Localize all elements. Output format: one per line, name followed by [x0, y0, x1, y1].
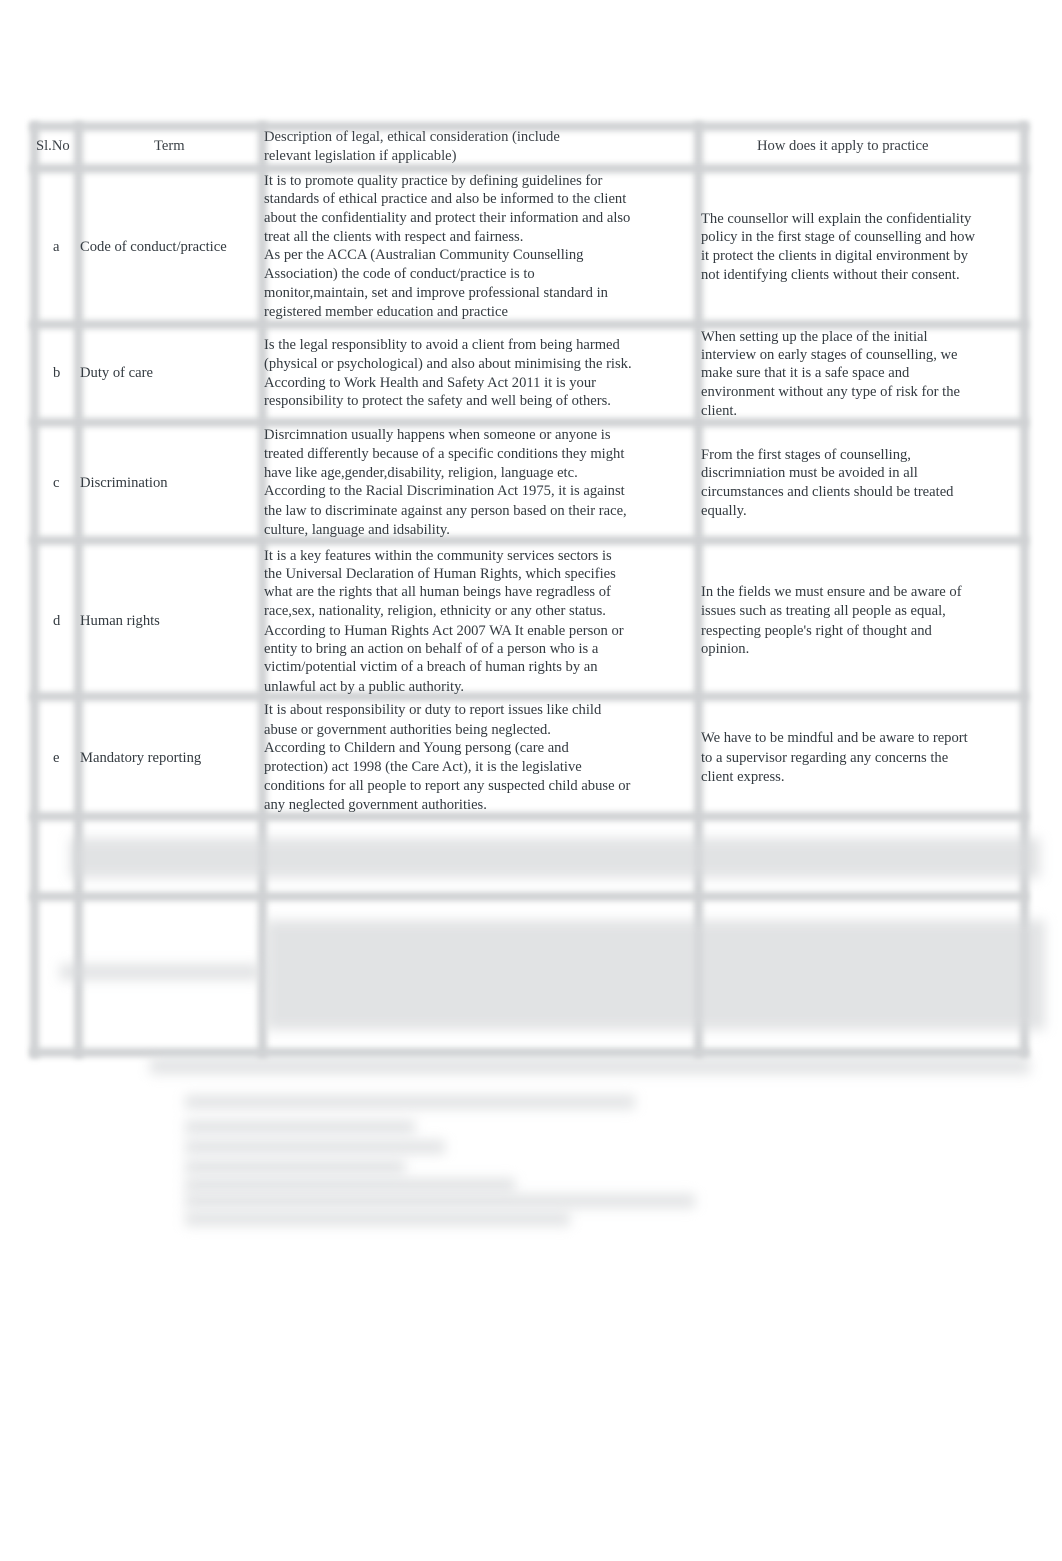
application-line: to a supervisor regarding any concerns t…: [701, 750, 949, 766]
application-line: The counsellor will explain the confiden…: [701, 211, 972, 227]
application-line: not identifying clients without their co…: [701, 267, 960, 283]
application-line: it protect the clients in digital enviro…: [701, 248, 969, 264]
description-line: victim/potential victim of a breach of h…: [264, 659, 598, 675]
obscured-row: [70, 838, 1040, 878]
description-line: According to Human Rights Act 2007 WA It…: [264, 623, 624, 639]
header-description-line2: relevant legislation if applicable): [264, 148, 457, 164]
description-line: Is the legal responsiblity to avoid a cl…: [264, 337, 620, 353]
application-line: interview on early stages of counselling…: [701, 347, 958, 363]
application-line: issues such as treating all people as eq…: [701, 603, 946, 619]
description-line: race,sex, nationality, religion, ethnici…: [264, 603, 606, 619]
application-line: discrimniation must be avoided in all: [701, 465, 918, 481]
obscured-list-item: [185, 1160, 405, 1174]
description-line: abuse or government authorities being ne…: [264, 722, 551, 738]
grid-line: [30, 122, 39, 1058]
description-line: It is about responsibility or duty to re…: [264, 702, 602, 718]
row-sl-no: e: [53, 750, 60, 766]
header-term: Term: [154, 138, 185, 154]
grid-line: [74, 122, 83, 1058]
description-line: According to Childern and Young persong …: [264, 740, 569, 756]
grid-line: [30, 1048, 1028, 1057]
grid-line: [30, 692, 1028, 701]
description-line: treated differently because of a specifi…: [264, 446, 625, 462]
description-line: about the confidentiality and protect th…: [264, 210, 631, 226]
description-line: unlawful act by a public authority.: [264, 679, 465, 695]
description-line: culture, language and idsability.: [264, 522, 450, 538]
description-line: the law to discriminate against any pers…: [264, 503, 627, 519]
grid-line: [30, 892, 1028, 901]
description-line: the Universal Declaration of Human Right…: [264, 566, 616, 582]
grid-line: [1020, 122, 1029, 1058]
description-line: (physical or psychological) and also abo…: [264, 356, 632, 372]
description-line: As per the ACCA (Australian Community Co…: [264, 247, 584, 263]
obscured-list-item: [185, 1140, 445, 1154]
obscured-list-item: [185, 1095, 635, 1109]
application-line: When setting up the place of the initial: [701, 329, 928, 345]
application-line: circumstances and clients should be trea…: [701, 484, 954, 500]
row-term: Code of conduct/practice: [80, 239, 227, 255]
description-line: protection) act 1998 (the Care Act), it …: [264, 759, 582, 775]
row-term: Human rights: [80, 613, 160, 629]
description-line: It is a key features within the communit…: [264, 548, 612, 564]
description-line: Association) the code of conduct/practic…: [264, 266, 535, 282]
grid-line: [30, 812, 1028, 821]
application-line: equally.: [701, 503, 747, 519]
obscured-list-item: [185, 1194, 695, 1208]
description-line: standards of ethical practice and also b…: [264, 191, 627, 207]
description-line: entity to bring an action on behalf of o…: [264, 641, 599, 657]
row-sl-no: b: [53, 365, 61, 381]
description-line: According to Work Health and Safety Act …: [264, 375, 596, 391]
application-line: In the fields we must ensure and be awar…: [701, 584, 962, 600]
description-line: It is to promote quality practice by def…: [264, 173, 603, 189]
application-line: client.: [701, 403, 738, 419]
description-line: responsibility to protect the safety and…: [264, 393, 611, 409]
obscured-list-item: [185, 1120, 415, 1134]
row-sl-no: d: [53, 613, 61, 629]
header-sl-no: Sl.No: [36, 138, 70, 154]
application-line: client express.: [701, 769, 785, 785]
row-sl-no: a: [53, 239, 60, 255]
header-description-line1: Description of legal, ethical considerat…: [264, 129, 560, 145]
obscured-list-item: [185, 1178, 515, 1192]
description-line: monitor,maintain, set and improve profes…: [264, 285, 608, 301]
description-line: According to the Racial Discrimination A…: [264, 483, 625, 499]
header-application: How does it apply to practice: [757, 138, 929, 154]
row-term: Mandatory reporting: [80, 750, 202, 766]
obscured-list: [150, 1058, 1030, 1074]
application-line: From the first stages of counselling,: [701, 447, 911, 463]
description-line: registered member education and practice: [264, 304, 508, 320]
grid-line: [30, 536, 1028, 545]
application-line: policy in the first stage of counselling…: [701, 229, 975, 245]
description-line: treat all the clients with respect and f…: [264, 229, 524, 245]
application-line: make sure that it is a safe space and: [701, 365, 910, 381]
obscured-row: [60, 964, 260, 980]
application-line: environment without any type of risk for…: [701, 384, 960, 400]
description-line: Disrcimnation usually happens when someo…: [264, 427, 611, 443]
description-line: what are the rights that all human being…: [264, 584, 611, 600]
row-sl-no: c: [53, 475, 60, 491]
obscured-row: [265, 920, 1045, 1030]
application-line: opinion.: [701, 641, 750, 657]
description-line: have like age,gender,disability, religio…: [264, 465, 578, 481]
application-line: respecting people's right of thought and: [701, 623, 932, 639]
description-line: conditions for all people to report any …: [264, 778, 631, 794]
row-term: Discrimination: [80, 475, 168, 491]
document-page: Sl.No Term Description of legal, ethical…: [0, 0, 1062, 1561]
application-line: We have to be mindful and be aware to re…: [701, 730, 968, 746]
row-term: Duty of care: [80, 365, 153, 381]
description-line: any neglected government authorities.: [264, 797, 487, 813]
obscured-list-item: [185, 1212, 570, 1226]
